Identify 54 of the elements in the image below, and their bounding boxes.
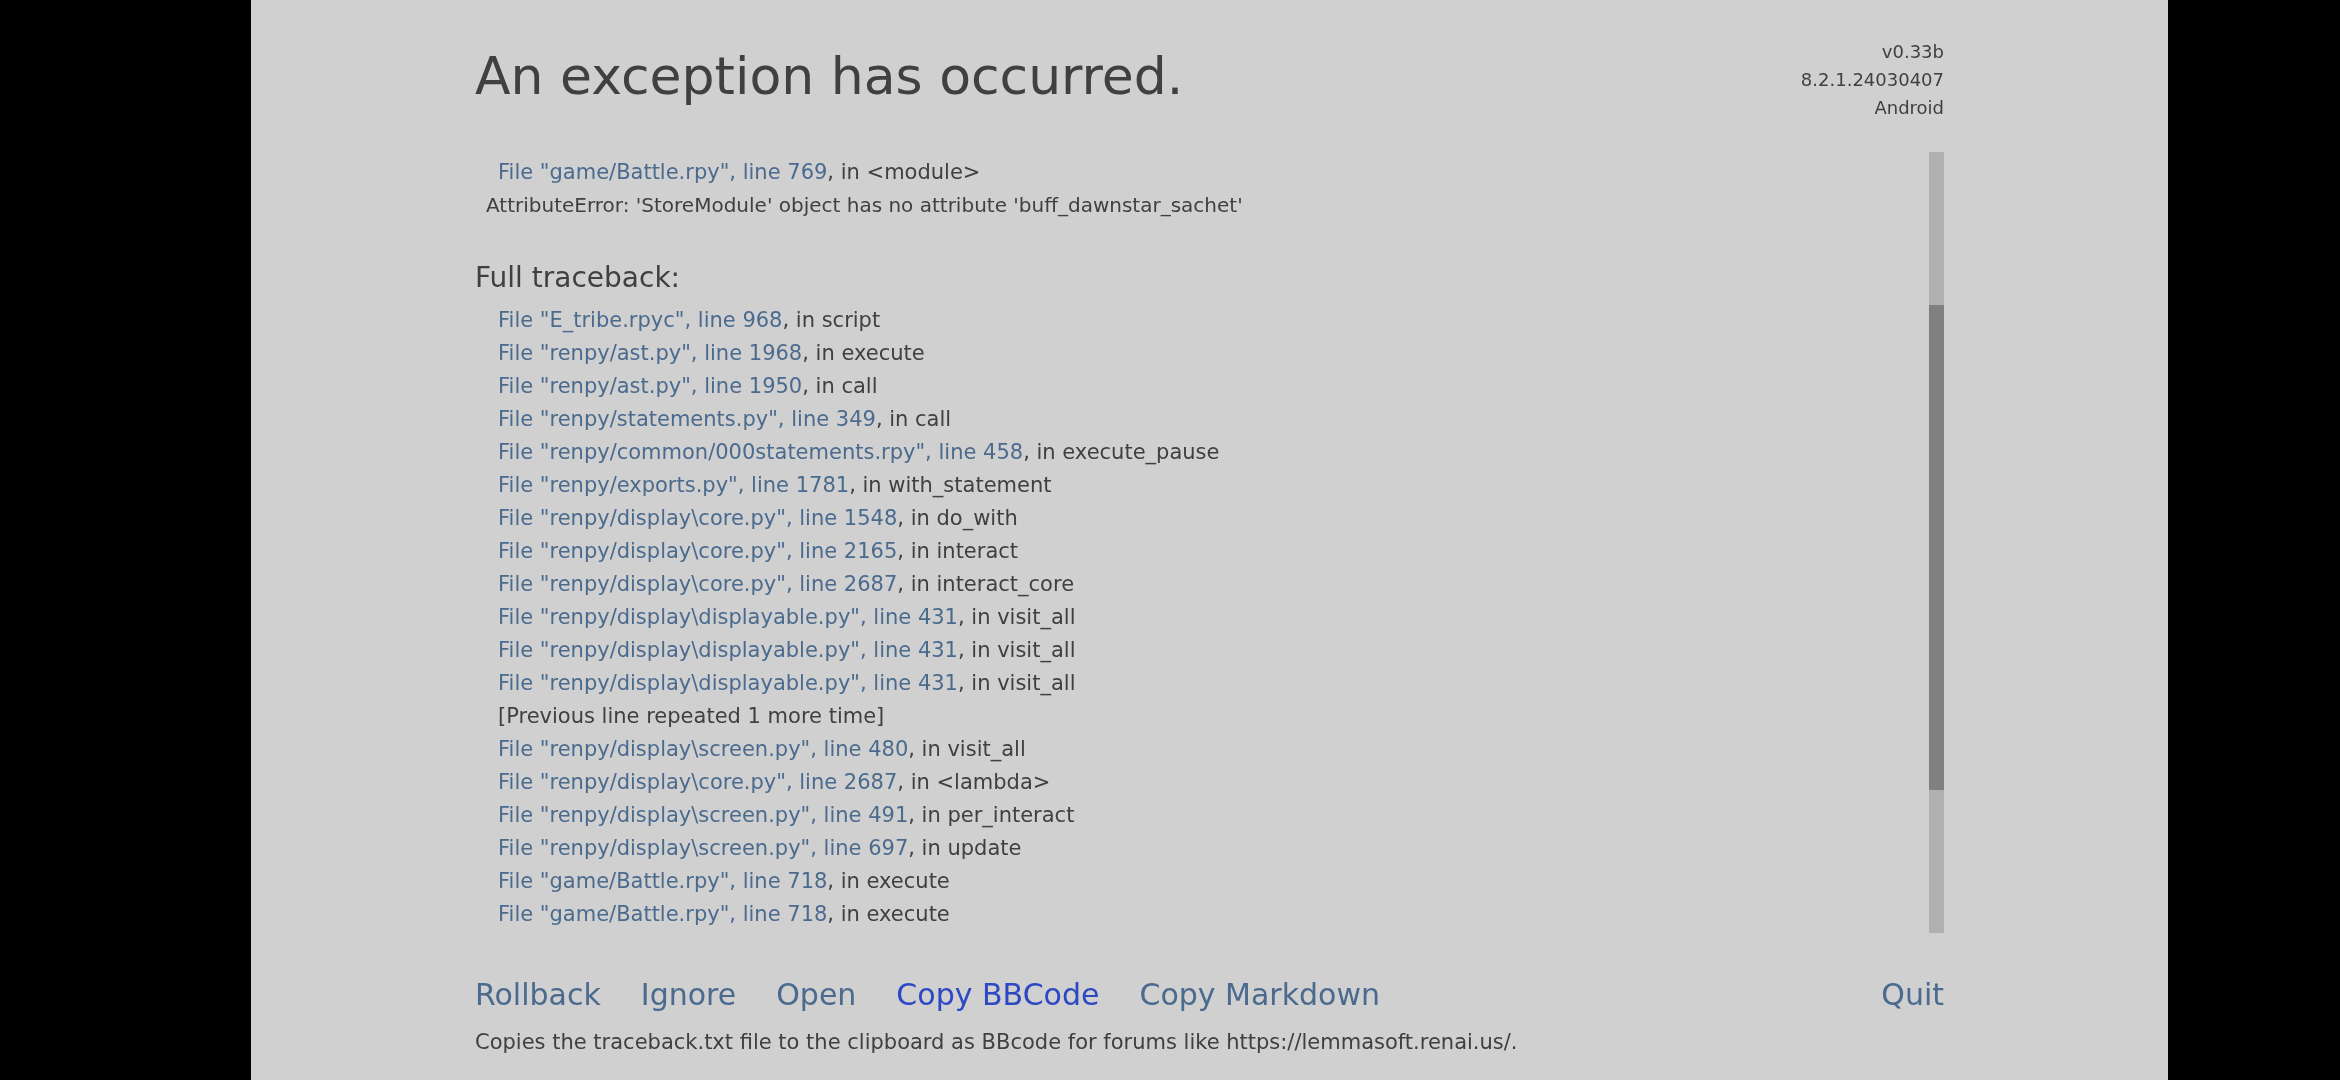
repeat-note: [Previous line repeated 1 more time]	[498, 704, 885, 728]
file-link[interactable]: File "renpy/ast.py", line 1950	[498, 374, 803, 398]
traceback-line: File "game/Battle.rpy", line 769, in <module>	[498, 160, 981, 184]
file-link[interactable]: File "renpy/display\core.py", line 2687	[498, 572, 898, 596]
version-text: 8.2.1.24030407	[1800, 68, 1944, 92]
file-link[interactable]: File "renpy/display\displayable.py", line 431	[498, 638, 958, 662]
traceback-line: File "renpy/display\core.py", line 1548, in do_with	[498, 506, 1018, 530]
action-button[interactable]: Ignore	[640, 975, 737, 1015]
action-button[interactable]: Open	[776, 975, 857, 1015]
traceback-line: File "renpy/display\core.py", line 2687, in <lambda>	[498, 770, 1051, 794]
version-text: v0.33b	[1881, 40, 1944, 64]
action-button[interactable]: Rollback	[475, 975, 601, 1015]
traceback-line: File "renpy/statements.py", line 349, in call	[498, 407, 952, 431]
scrollbar-thumb[interactable]	[1929, 305, 1944, 790]
file-link[interactable]: File "game/Battle.rpy", line 769	[498, 160, 828, 184]
file-link[interactable]: File "renpy/common/000statements.rpy", line 458	[498, 440, 1024, 464]
file-link[interactable]: File "renpy/display\displayable.py", line 431	[498, 605, 958, 629]
exception-title: An exception has occurred.	[475, 45, 1184, 107]
file-link[interactable]: File "renpy/display\core.py", line 1548	[498, 506, 898, 530]
action-button[interactable]: Copy BBCode	[896, 975, 1100, 1015]
file-link[interactable]: File "renpy/display\screen.py", line 491	[498, 803, 909, 827]
version-text: Android	[1874, 96, 1944, 120]
file-link[interactable]: File "game/Battle.rpy", line 718	[498, 869, 828, 893]
traceback-line: File "renpy/display\core.py", line 2165, in interact	[498, 539, 1019, 563]
traceback-line: File "renpy/display\core.py", line 2687, in interact_core	[498, 572, 1075, 596]
error-message: AttributeError: 'StoreModule' object has no attribute 'buff_dawnstar_sachet'	[486, 193, 1243, 217]
traceback-line: File "E_tribe.rpyc", line 968, in script	[498, 308, 881, 332]
file-link[interactable]: File "E_tribe.rpyc", line 968	[498, 308, 783, 332]
traceback-line: File "game/Battle.rpy", line 718, in execute	[498, 869, 950, 893]
traceback-line: File "game/Battle.rpy", line 718, in execute	[498, 902, 950, 926]
action-button[interactable]: Copy Markdown	[1139, 975, 1380, 1015]
traceback-line: File "renpy/display\displayable.py", line 431, in visit_all	[498, 671, 1076, 695]
traceback-line: File "renpy/ast.py", line 1950, in call	[498, 374, 878, 398]
file-link[interactable]: File "renpy/display\core.py", line 2165	[498, 539, 898, 563]
action-button[interactable]: Quit	[1881, 975, 1944, 1015]
traceback-line: File "renpy/ast.py", line 1968, in execute	[498, 341, 925, 365]
file-link[interactable]: File "renpy/exports.py", line 1781	[498, 473, 850, 497]
file-link[interactable]: File "renpy/display\screen.py", line 697	[498, 836, 909, 860]
file-link[interactable]: File "renpy/display\core.py", line 2687	[498, 770, 898, 794]
file-link[interactable]: File "renpy/ast.py", line 1968	[498, 341, 803, 365]
file-link[interactable]: File "renpy/display\displayable.py", line 431	[498, 671, 958, 695]
file-link[interactable]: File "renpy/statements.py", line 349	[498, 407, 876, 431]
traceback-line: File "renpy/display\screen.py", line 480, in visit_all	[498, 737, 1026, 761]
section-heading: Full traceback:	[475, 260, 681, 296]
file-link[interactable]: File "game/Battle.rpy", line 718	[498, 902, 828, 926]
scrollbar-track[interactable]	[1929, 152, 1944, 933]
traceback-line: File "renpy/display\screen.py", line 491, in per_interact	[498, 803, 1075, 827]
help-text: Copies the traceback.txt file to the clipboard as BBcode for forums like https://lemmasoft.renai.us/.	[475, 1029, 1518, 1056]
traceback-line: File "renpy/display\displayable.py", line 431, in visit_all	[498, 605, 1076, 629]
traceback-line: File "renpy/common/000statements.rpy", line 458, in execute_pause	[498, 440, 1220, 464]
traceback-line: File "renpy/display\displayable.py", line 431, in visit_all	[498, 638, 1076, 662]
traceback-line: File "renpy/display\screen.py", line 697, in update	[498, 836, 1022, 860]
file-link[interactable]: File "renpy/display\screen.py", line 480	[498, 737, 909, 761]
traceback-line: File "renpy/exports.py", line 1781, in with_statement	[498, 473, 1052, 497]
